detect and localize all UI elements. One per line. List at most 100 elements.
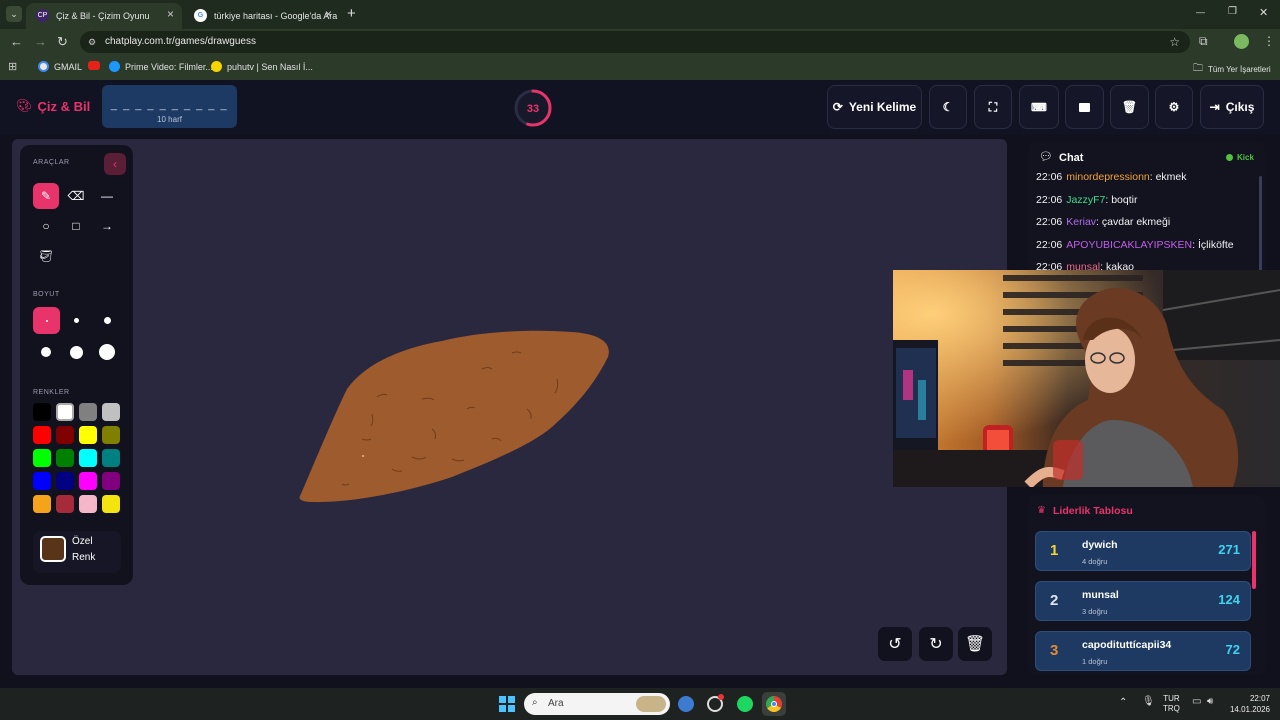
chat-username[interactable]: APOYUBICAKLAYIPSKEN xyxy=(1066,239,1192,251)
new-word-button[interactable]: ⟳ Yeni Kelime xyxy=(827,85,922,129)
chat-scrollbar[interactable] xyxy=(1259,176,1262,276)
close-tab-icon[interactable]: × xyxy=(325,7,332,21)
size-5-button[interactable] xyxy=(63,339,89,365)
prime-video-icon xyxy=(109,61,120,72)
exit-button[interactable]: ⇥ Çıkış xyxy=(1200,85,1264,129)
color-swatch[interactable] xyxy=(79,403,97,421)
dark-mode-button[interactable]: ☾ xyxy=(929,85,967,129)
custom-color-picker[interactable]: Özel Renk xyxy=(33,531,121,573)
profile-avatar[interactable] xyxy=(1234,34,1249,49)
eraser-tool-button[interactable]: ⌫ xyxy=(63,183,89,209)
rank-number: 1 xyxy=(1050,542,1059,559)
arrow-right-icon: → xyxy=(101,219,113,233)
close-window-button[interactable]: ✕ xyxy=(1259,6,1268,19)
color-swatch[interactable] xyxy=(56,449,74,467)
tab-active[interactable]: CP Çiz & Bil - Çizim Oyunu × xyxy=(26,3,182,29)
brush-icon: ✎ xyxy=(40,189,52,203)
gear-app-icon[interactable] xyxy=(678,696,694,712)
volume-icon[interactable]: 🔊︎ xyxy=(1207,696,1213,707)
spotify-icon[interactable] xyxy=(737,696,753,712)
keyboard-button[interactable]: ⌨ xyxy=(1019,85,1059,129)
color-swatch[interactable] xyxy=(102,403,120,421)
color-swatch[interactable] xyxy=(33,426,51,444)
color-swatch[interactable] xyxy=(56,426,74,444)
rectangle-tool-button[interactable]: □ xyxy=(63,213,89,239)
circle-tool-button[interactable]: ○ xyxy=(33,213,59,239)
windows-start-icon[interactable] xyxy=(499,696,515,712)
microphone-icon[interactable]: 🎙︎ xyxy=(1142,696,1155,707)
color-swatch[interactable] xyxy=(79,449,97,467)
chat-username[interactable]: JazzyF7 xyxy=(1066,194,1105,206)
close-tab-icon[interactable]: × xyxy=(167,7,174,21)
url-input[interactable]: ⚙ chatplay.com.tr/games/drawguess ☆ xyxy=(80,31,1190,53)
network-icon[interactable]: ▭ xyxy=(1192,696,1201,707)
tab-google[interactable]: G türkiye haritası - Google'da Ara × xyxy=(184,3,340,29)
search-icon: ⌕ xyxy=(532,697,538,708)
puhutv-icon xyxy=(211,61,222,72)
minimize-button[interactable]: — xyxy=(1196,7,1205,17)
color-swatch[interactable] xyxy=(79,495,97,513)
delete-button[interactable]: 🗑︎ xyxy=(1110,85,1149,129)
bookmark-prime[interactable]: Prime Video: Filmler... xyxy=(109,61,213,72)
color-swatch[interactable] xyxy=(56,495,74,513)
color-swatch[interactable] xyxy=(33,472,51,490)
new-tab-button[interactable]: + xyxy=(347,5,356,22)
size-1-button[interactable] xyxy=(33,307,60,334)
bookmark-puhutv[interactable]: puhutv | Sen Nasıl İ... xyxy=(211,61,313,72)
brush-tool-button[interactable]: ✎ xyxy=(33,183,59,209)
taskbar-search[interactable]: ⌕ Ara xyxy=(524,693,670,715)
size-6-button[interactable] xyxy=(94,339,120,365)
chat-username[interactable]: minordepressionn xyxy=(1066,171,1149,183)
color-swatch[interactable] xyxy=(56,472,74,490)
color-swatch[interactable] xyxy=(56,403,74,421)
settings-button[interactable]: ⚙ xyxy=(1155,85,1193,129)
size-3-button[interactable] xyxy=(94,307,120,333)
tab-search-icon[interactable]: ⌄ xyxy=(6,6,22,22)
color-swatch[interactable] xyxy=(102,426,120,444)
undo-button[interactable]: ↺ xyxy=(878,627,912,661)
fullscreen-button[interactable]: ⛶ xyxy=(974,85,1012,129)
extensions-icon[interactable]: ⧉ xyxy=(1199,34,1208,49)
tray-chevron-icon[interactable]: ⌃ xyxy=(1119,697,1127,708)
menu-kebab-icon[interactable]: ⋮ xyxy=(1263,34,1275,48)
arrow-tool-button[interactable]: → xyxy=(94,213,120,239)
archive-button[interactable] xyxy=(1065,85,1104,129)
site-info-icon[interactable]: ⚙ xyxy=(88,31,96,53)
size-2-button[interactable] xyxy=(63,307,89,333)
correct-count: 4 doğru xyxy=(1082,557,1108,566)
color-swatch[interactable] xyxy=(102,472,120,490)
bookmarks-bar: ⊞ GMAIL Prime Video: Filmler... puhutv |… xyxy=(0,55,1280,80)
restore-button[interactable]: ❐ xyxy=(1228,6,1237,17)
back-icon[interactable]: ← xyxy=(10,34,23,49)
bookmark-star-icon[interactable]: ☆ xyxy=(1169,31,1180,53)
fill-tool-button[interactable]: 🪣︎ xyxy=(33,243,59,269)
bookmark-gmail[interactable]: GMAIL xyxy=(38,61,82,72)
color-swatch[interactable] xyxy=(79,472,97,490)
all-bookmarks[interactable]: 🗀 Tüm Yer İşaretleri xyxy=(1193,61,1271,78)
clock[interactable]: 22:07 14.01.2026 xyxy=(1226,693,1270,715)
redo-button[interactable]: ↻ xyxy=(919,627,953,661)
drawing-canvas[interactable] xyxy=(12,139,1007,675)
reload-icon[interactable]: ↻ xyxy=(57,34,68,50)
chat-username[interactable]: Keriav xyxy=(1066,216,1096,228)
bookmark-youtube[interactable] xyxy=(88,61,100,70)
webcam-overlay xyxy=(893,270,1280,487)
apps-grid-icon[interactable]: ⊞ xyxy=(8,60,17,73)
color-swatch[interactable] xyxy=(33,495,51,513)
clear-canvas-button[interactable]: 🗑︎ xyxy=(958,627,992,661)
chat-time: 22:06 xyxy=(1036,238,1063,251)
color-swatch[interactable] xyxy=(33,403,51,421)
color-swatch[interactable] xyxy=(102,449,120,467)
color-swatch[interactable] xyxy=(33,449,51,467)
chrome-icon[interactable] xyxy=(762,692,786,716)
color-swatch[interactable] xyxy=(79,426,97,444)
forward-icon[interactable]: → xyxy=(34,34,47,49)
line-tool-button[interactable]: — xyxy=(94,183,120,209)
custom-color-swatch[interactable] xyxy=(40,536,66,562)
collapse-panel-button[interactable]: ‹ xyxy=(104,153,126,175)
language-indicator[interactable]: TUR TRQ xyxy=(1163,694,1180,714)
word-hint-box: _ _ _ _ _ _ _ _ _ _ 10 harf xyxy=(102,85,237,128)
size-4-button[interactable] xyxy=(33,339,59,365)
color-swatch[interactable] xyxy=(102,495,120,513)
leaderboard-scrollbar[interactable] xyxy=(1252,531,1256,589)
